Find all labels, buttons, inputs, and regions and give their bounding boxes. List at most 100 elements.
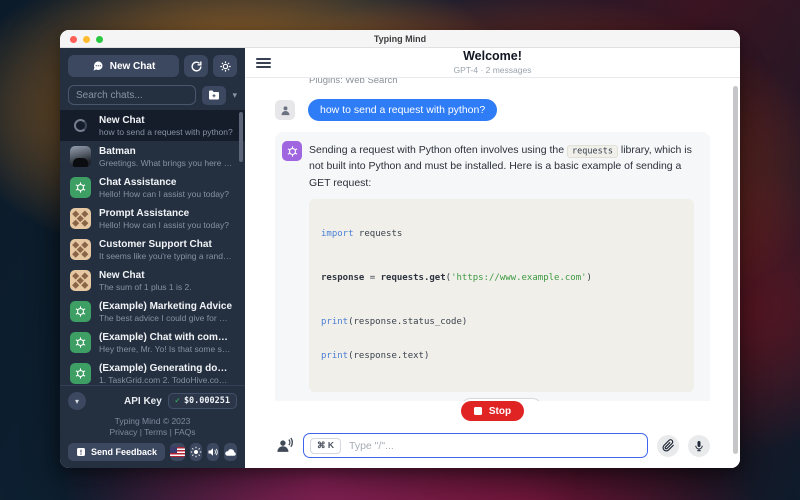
new-chat-button[interactable]: New Chat (68, 55, 179, 77)
user-avatar (275, 100, 295, 120)
chat-list-item[interactable]: New Chat how to send a request with pyth… (60, 110, 245, 141)
chat-title: (Example) Marketing Advice (99, 301, 233, 312)
chat-title: (Example) Chat with comedian (99, 332, 233, 343)
chat-title: New Chat (99, 115, 233, 126)
desktop-background: Typing Mind New Chat (0, 0, 800, 500)
main-scrollbar[interactable] (733, 86, 738, 454)
zoom-window-button[interactable] (96, 36, 103, 43)
new-chat-label: New Chat (110, 61, 156, 72)
sound-button[interactable] (207, 443, 219, 461)
sun-icon (190, 446, 202, 458)
new-folder-button[interactable] (202, 86, 226, 105)
minimize-window-button[interactable] (83, 36, 90, 43)
chat-list: New Chat how to send a request with pyth… (60, 110, 245, 385)
chat-list-item[interactable]: (Example) Marketing Advice The best advi… (60, 296, 245, 327)
chat-main-panel: Welcome! GPT-4 · 2 messages Plugins: Web… (245, 48, 740, 468)
inline-code: requests (567, 145, 618, 158)
plugins-status-text: Plugins: Web Search (309, 78, 710, 86)
api-cost-value: $0.000251 (184, 396, 230, 406)
traffic-lights (70, 36, 103, 43)
legal-links: Privacy | Terms | FAQs (68, 427, 237, 437)
reload-button[interactable] (184, 55, 208, 77)
chat-title: Batman (99, 146, 233, 157)
code-token: (response.status_code) (348, 317, 467, 327)
diamond-pattern-avatar (70, 239, 91, 260)
window-title: Typing Mind (374, 34, 426, 44)
theme-toggle-button[interactable] (190, 443, 202, 461)
code-token: requests (354, 229, 403, 239)
chat-list-item[interactable]: Customer Support Chat It seems like you'… (60, 234, 245, 265)
language-button[interactable] (170, 443, 185, 461)
window-titlebar: Typing Mind (60, 30, 740, 48)
person-icon (279, 104, 292, 117)
gear-icon (219, 60, 232, 73)
code-token: = (364, 273, 380, 283)
sidebar: New Chat (60, 48, 245, 468)
code-token: (response.text) (348, 351, 429, 361)
chat-list-item[interactable]: (Example) Generating domain na... 1. Tas… (60, 358, 245, 385)
sidebar-scrollbar[interactable] (239, 112, 243, 162)
chat-preview: how to send a request with python? (99, 127, 233, 137)
message-input[interactable] (349, 440, 641, 452)
chat-preview: 1. TaskGrid.com 2. TodoHive.com 3. Ta... (99, 375, 233, 385)
message-scroll-area[interactable]: Plugins: Web Search how to send a reques… (245, 78, 740, 401)
cloud-sync-button[interactable] (224, 443, 237, 461)
check-icon: ✓ (175, 396, 180, 406)
batman-avatar (70, 146, 91, 167)
chat-list-item[interactable]: Chat Assistance Hello! How can I assist … (60, 172, 245, 203)
copyright-text: Typing Mind © 2023 (68, 416, 237, 426)
privacy-link[interactable]: Privacy (109, 427, 137, 437)
keyboard-shortcut-badge: ⌘ K (310, 438, 341, 454)
chat-welcome-title: Welcome! (463, 50, 522, 64)
stop-icon (474, 407, 482, 415)
chevron-down-icon[interactable]: ▾ (232, 90, 237, 101)
search-chats-input[interactable] (68, 85, 196, 105)
microphone-button[interactable] (688, 435, 710, 457)
chat-list-item[interactable]: (Example) Chat with comedian Hey there, … (60, 327, 245, 358)
sidebar-footer: ▾ API Key ✓ $0.000251 Typing Mind © 2023… (60, 385, 245, 468)
send-feedback-button[interactable]: Send Feedback (68, 443, 165, 461)
paperclip-icon (662, 439, 675, 452)
code-token: ) (587, 273, 592, 283)
chat-preview: Hello! How can I assist you today? (99, 220, 229, 230)
assistant-text: Sending a request with Python often invo… (309, 144, 564, 156)
chat-title: (Example) Generating domain na... (99, 363, 233, 374)
openai-logo-icon (70, 332, 91, 353)
person-speaking-icon (275, 436, 294, 455)
assistant-openai-avatar (282, 141, 302, 161)
python-code-block: import requests response = requests.get(… (309, 199, 694, 393)
chat-preview: Greetings. What brings you here in the..… (99, 158, 233, 168)
link-separator: | (140, 427, 142, 437)
openai-logo-icon (70, 301, 91, 322)
chat-list-item[interactable]: New Chat The sum of 1 plus 1 is 2. (60, 265, 245, 296)
copy-code-button[interactable]: Copy Code (461, 398, 542, 401)
faqs-link[interactable]: FAQs (174, 427, 195, 437)
chat-preview: The sum of 1 plus 1 is 2. (99, 282, 192, 292)
stop-generating-button[interactable]: Stop (461, 401, 524, 421)
api-cost-badge[interactable]: ✓ $0.000251 (168, 393, 237, 409)
menu-icon[interactable] (256, 58, 271, 71)
close-window-button[interactable] (70, 36, 77, 43)
microphone-icon (693, 440, 705, 452)
folder-plus-icon (208, 89, 220, 101)
chat-title: Prompt Assistance (99, 208, 229, 219)
settings-button[interactable] (213, 55, 237, 77)
api-key-label: API Key (124, 396, 162, 407)
code-token: 'https://www.example.com' (451, 273, 586, 283)
attach-file-button[interactable] (657, 435, 679, 457)
diamond-pattern-avatar (70, 270, 91, 291)
chat-preview: It seems like you're typing a random s..… (99, 251, 233, 261)
message-input-box[interactable]: ⌘ K (303, 433, 648, 458)
chat-header: Welcome! GPT-4 · 2 messages (245, 48, 740, 78)
terms-link[interactable]: Terms (144, 427, 167, 437)
chat-bubble-icon (92, 60, 104, 72)
code-token: import (321, 229, 354, 239)
chat-list-item[interactable]: Batman Greetings. What brings you here i… (60, 141, 245, 172)
chat-title: Chat Assistance (99, 177, 229, 188)
collapse-sidebar-button[interactable]: ▾ (68, 392, 86, 410)
user-message-bubble: how to send a request with python? (308, 99, 497, 121)
chat-list-item[interactable]: Prompt Assistance Hello! How can I assis… (60, 203, 245, 234)
code-token: response (321, 273, 364, 283)
voice-input-button[interactable] (275, 436, 294, 455)
feedback-icon (76, 447, 86, 457)
